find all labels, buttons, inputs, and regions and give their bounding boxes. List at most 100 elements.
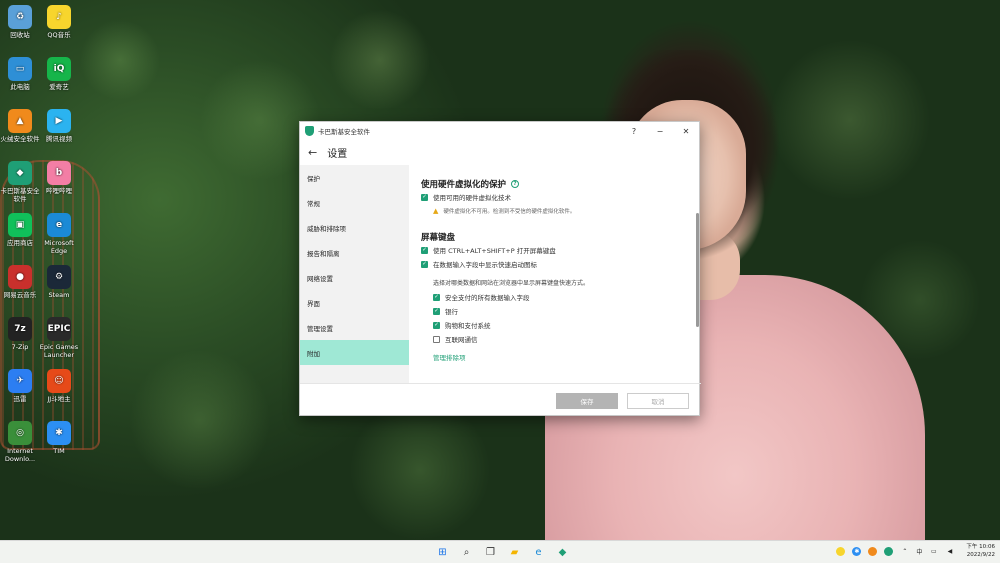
sub-option-shopping[interactable]: ✓ 购物和支付系统 [433, 318, 701, 332]
help-circle-icon[interactable]: ? [511, 180, 520, 188]
desktop-icon-label: 爱奇艺 [49, 83, 69, 91]
tim-tray-icon[interactable]: ✱ [852, 546, 862, 556]
minimize-button[interactable]: − [647, 122, 673, 140]
kaspersky-tray-icon[interactable] [884, 546, 894, 556]
window-titlebar[interactable]: 卡巴斯基安全软件 ? − ✕ [300, 122, 699, 140]
netease-music-icon: ● [8, 265, 32, 289]
sidebar-item-label: 常规 [307, 199, 320, 208]
clock-time: 下午 10:06 [966, 544, 995, 550]
desktop-icon[interactable]: ▶ 腾讯视频 [37, 109, 81, 143]
sidebar-item-protection[interactable]: 保护 [300, 165, 409, 190]
file-explorer-icon[interactable]: ▰ [506, 544, 523, 561]
desktop-icon[interactable]: ◆ 卡巴斯基安全软件 [0, 161, 42, 203]
app-store-icon: ▣ [8, 213, 32, 237]
desktop-icon[interactable]: ▣ 应用商店 [0, 213, 42, 247]
desktop-icon-label: 迅雷 [13, 395, 27, 403]
desktop-icon[interactable]: ♪ QQ音乐 [37, 5, 81, 39]
desktop-icon[interactable]: e Microsoft Edge [37, 213, 81, 255]
steam-icon: ⚙ [47, 265, 71, 289]
huorong-tray-icon[interactable] [868, 546, 878, 556]
desktop-icon[interactable]: b 哔哩哔哩 [37, 161, 81, 195]
edge-icon: e [47, 213, 71, 237]
desktop-icon-label: Internet Downlo... [4, 447, 36, 463]
bilibili-icon: b [47, 161, 71, 185]
manage-exclusions-link[interactable]: 管理排除项 [421, 352, 701, 362]
desktop-icon-label: TIM [53, 447, 65, 455]
checkbox[interactable]: ✓ [421, 246, 428, 254]
task-view-icon[interactable]: ❐ [482, 544, 499, 561]
sidebar-item-reports-quarantine[interactable]: 报告和隔离 [300, 240, 409, 265]
desktop-icon[interactable]: ♻ 回收站 [0, 5, 42, 39]
desktop-icon[interactable]: ✱ TIM [37, 421, 81, 455]
sub-option-internet-comm[interactable]: 互联网通信 [433, 332, 701, 346]
sidebar-item-interface[interactable]: 界面 [300, 290, 409, 315]
desktop-icon[interactable]: ☺ JJ斗地主 [37, 369, 81, 403]
sub-option-banks[interactable]: ✓ 银行 [433, 304, 701, 318]
kb-shortcut-checkbox-row[interactable]: ✓ 使用 CTRL+ALT+SHIFT+P 打开屏幕键盘 [421, 243, 701, 257]
xunlei-icon: ✈ [8, 369, 32, 393]
page-title: 设置 [327, 148, 348, 160]
settings-content: 使用硬件虚拟化的保护 ? ✓ 使用可用的硬件虚拟化技术 ▲ 硬件虚拟化不可用。检… [409, 165, 701, 383]
section-onscreen-keyboard: 屏幕键盘 [421, 231, 701, 243]
edge-icon[interactable]: e [530, 544, 547, 561]
checkbox[interactable]: ✓ [433, 293, 440, 301]
close-button[interactable]: ✕ [673, 122, 699, 140]
desktop-icon-label: Steam [48, 291, 70, 299]
clock-date: 2022/9/22 [966, 552, 995, 558]
network-icon[interactable]: ▭ [929, 547, 938, 556]
start-icon[interactable]: ⊞ [434, 544, 451, 561]
volume-icon[interactable]: ◀ [945, 547, 954, 556]
kaspersky-icon[interactable]: ◆ [554, 544, 571, 561]
settings-sidebar: 保护 常规 威胁和排除项 报告和隔离 网络设置 界面 管理设置 附加 [300, 165, 409, 383]
kaspersky-shield-icon [305, 126, 314, 136]
sub-option-secure-payment[interactable]: ✓ 安全支付的所有数据输入字段 [433, 290, 701, 304]
qq-music-tray-icon[interactable] [836, 546, 846, 556]
help-button[interactable]: ? [621, 122, 647, 140]
hw-virt-warning: ▲ 硬件虚拟化不可用。检测到不受信的硬件虚拟化软件。 [421, 204, 701, 218]
qq-music-icon: ♪ [47, 5, 71, 29]
kb-icon-checkbox-row[interactable]: ✓ 在数据输入字段中显示快速启动图标 [421, 257, 701, 271]
sidebar-item-additional[interactable]: 附加 [300, 340, 409, 365]
settings-header: ← 设置 [300, 140, 699, 164]
window-title: 卡巴斯基安全软件 [318, 128, 370, 136]
keyboard-sub-options: ✓ 安全支付的所有数据输入字段 ✓ 银行 ✓ 购物和支付系统 互联网通信 [421, 290, 701, 346]
section-title: 使用硬件虚拟化的保护 [421, 180, 507, 190]
desktop-icon-label: Microsoft Edge [44, 239, 74, 255]
sidebar-item-label: 管理设置 [307, 324, 333, 333]
search-icon[interactable]: ⌕ [458, 544, 475, 561]
desktop-icon[interactable]: ▭ 此电脑 [0, 57, 42, 91]
hw-virt-checkbox-row[interactable]: ✓ 使用可用的硬件虚拟化技术 [421, 190, 701, 204]
desktop-icon[interactable]: ◎ Internet Downlo... [0, 421, 42, 463]
desktop-icon[interactable]: iQ 爱奇艺 [37, 57, 81, 91]
chevron-up-icon[interactable]: ⌃ [900, 547, 909, 556]
keyboard-note: 选择对哪类数据和网站在浏览器中显示屏幕键盘快速方式。 [433, 280, 590, 287]
content-scrollbar[interactable] [696, 213, 699, 327]
checkbox[interactable]: ✓ [433, 307, 440, 315]
sidebar-item-label: 威胁和排除项 [307, 224, 346, 233]
desktop-icon[interactable]: 7z 7-Zip [0, 317, 42, 351]
back-arrow-icon[interactable]: ← [308, 146, 317, 159]
desktop-icon[interactable]: EPIC Epic Games Launcher [37, 317, 81, 359]
sidebar-item-network[interactable]: 网络设置 [300, 265, 409, 290]
desktop-icon-label: 哔哩哔哩 [46, 187, 72, 195]
checkbox-label: 使用可用的硬件虚拟化技术 [433, 194, 511, 202]
sidebar-item-manage-settings[interactable]: 管理设置 [300, 315, 409, 340]
checkbox[interactable] [433, 335, 440, 343]
checkbox[interactable]: ✓ [433, 321, 440, 329]
cancel-button[interactable]: 取消 [627, 392, 689, 409]
sidebar-item-general[interactable]: 常规 [300, 190, 409, 215]
sidebar-item-label: 网络设置 [307, 274, 333, 283]
clock[interactable]: 下午 10:06 2022/9/22 [966, 543, 995, 559]
ime-indicator[interactable]: 中 [916, 547, 922, 556]
desktop-icon[interactable]: ⚙ Steam [37, 265, 81, 299]
tencent-video-icon: ▶ [47, 109, 71, 133]
checkbox[interactable]: ✓ [421, 193, 428, 201]
checkbox[interactable]: ✓ [421, 260, 428, 268]
desktop-icon[interactable]: ▲ 火绒安全软件 [0, 109, 42, 143]
desktop-icon[interactable]: ✈ 迅雷 [0, 369, 42, 403]
desktop-icon[interactable]: ● 网易云音乐 [0, 265, 42, 299]
checkbox-label: 互联网通信 [445, 336, 478, 344]
sidebar-item-threats-exclusions[interactable]: 威胁和排除项 [300, 215, 409, 240]
section-title: 屏幕键盘 [421, 233, 456, 243]
save-button[interactable]: 保存 [556, 392, 618, 409]
